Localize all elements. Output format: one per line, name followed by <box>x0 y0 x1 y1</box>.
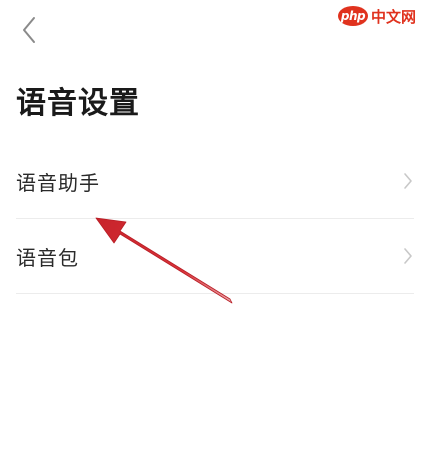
settings-list: 语音助手 语音包 <box>16 144 414 294</box>
list-item-label: 语音包 <box>16 245 79 270</box>
watermark: php 中文网 <box>337 2 416 30</box>
list-item-label: 语音助手 <box>16 170 100 195</box>
chevron-left-icon <box>23 17 35 43</box>
list-item-voice-pack[interactable]: 语音包 <box>16 219 414 294</box>
chevron-right-icon <box>402 172 414 190</box>
back-button[interactable] <box>14 14 44 46</box>
chevron-right-icon <box>402 247 414 265</box>
watermark-logo: php <box>337 6 368 26</box>
list-item-voice-assistant[interactable]: 语音助手 <box>16 144 414 219</box>
watermark-text: 中文网 <box>370 7 416 26</box>
page-title: 语音设置 <box>16 86 140 121</box>
